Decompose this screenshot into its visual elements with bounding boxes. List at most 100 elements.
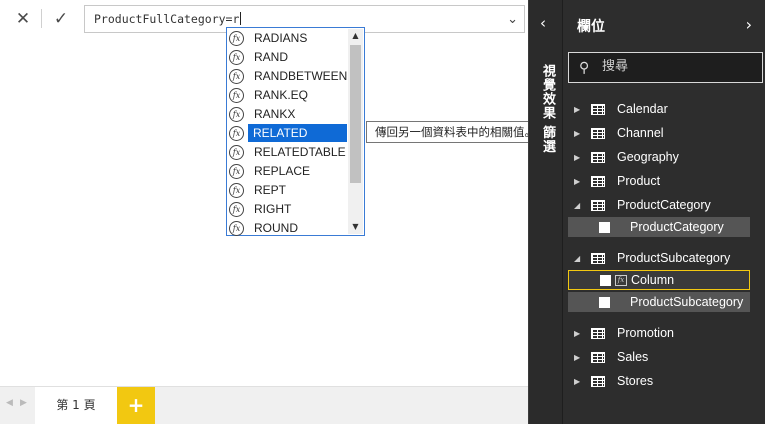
close-icon: ✕ [15, 8, 31, 29]
autocomplete-item[interactable]: fx ROUND [228, 219, 348, 237]
table-item[interactable]: ▶ Stores [563, 370, 765, 392]
add-page-button[interactable]: + [117, 387, 155, 424]
collapsed-chevron-icon[interactable]: ▶ [574, 177, 582, 186]
function-icon: fx [229, 163, 244, 179]
checkmark-icon: ✓ [53, 8, 69, 29]
field-item[interactable]: fx Column [568, 270, 750, 290]
collapsed-chevron-icon[interactable]: ▶ [574, 377, 582, 386]
fields-pane: 欄位 › ⚲ ▶ Calendar ▶ Channel ▶ Geography ▶ Produ… [562, 0, 765, 424]
chevron-right-icon[interactable]: › [746, 15, 752, 34]
table-item[interactable]: ◢ ProductCategory [563, 194, 765, 216]
search-input[interactable] [602, 59, 752, 74]
visualizations-pane-title[interactable]: 視覺效果 篩選 [538, 64, 557, 154]
function-icon: fx [229, 144, 244, 160]
table-item[interactable]: ▶ Calendar [563, 98, 765, 120]
text-caret [240, 12, 242, 25]
autocomplete-item-label: RELATED [248, 124, 347, 142]
autocomplete-item-label: RIGHT [254, 202, 292, 216]
collapsed-chevron-icon[interactable]: ▶ [574, 329, 582, 338]
function-icon: fx [229, 182, 244, 198]
function-icon: fx [229, 220, 244, 236]
field-label: ProductSubcategory [630, 295, 744, 309]
scroll-up-icon[interactable]: ▲ [348, 29, 363, 43]
autocomplete-item[interactable]: fx RELATED [228, 124, 348, 142]
collapsed-chevron-icon[interactable]: ▶ [574, 129, 582, 138]
table-icon [591, 199, 605, 211]
field-checkbox[interactable] [599, 221, 610, 233]
chevron-left-icon[interactable]: ‹ [540, 14, 546, 32]
table-name: Sales [617, 350, 649, 364]
table-icon [591, 375, 605, 387]
autocomplete-item-label: RANDBETWEEN [254, 69, 348, 83]
table-name: Channel [617, 126, 664, 140]
table-item[interactable]: ▶ Promotion [563, 322, 765, 344]
function-icon: fx [229, 49, 244, 65]
autocomplete-item[interactable]: fx RELATEDTABLE [228, 143, 348, 161]
table-item[interactable]: ▶ Product [563, 170, 765, 192]
table-icon [591, 175, 605, 187]
autocomplete-scrollbar[interactable]: ▲ ▼ [348, 29, 363, 234]
table-icon [591, 327, 605, 339]
field-label: Column [631, 273, 675, 287]
field-checkbox[interactable] [599, 296, 610, 308]
autocomplete-item[interactable]: fx RADIANS [228, 29, 348, 47]
table-icon [591, 351, 605, 363]
field-item[interactable]: ProductCategory [568, 217, 750, 237]
autocomplete-item[interactable]: fx RAND [228, 48, 348, 66]
formula-value: ProductFullCategory=r [94, 12, 240, 26]
autocomplete-item[interactable]: fx RANK.EQ [228, 86, 348, 104]
table-icon [591, 127, 605, 139]
function-icon: fx [229, 125, 244, 141]
fields-pane-title: 欄位 [577, 19, 605, 35]
expanded-chevron-icon[interactable]: ◢ [574, 201, 582, 210]
collapsed-chevron-icon[interactable]: ▶ [574, 105, 582, 114]
autocomplete-item-label: RANK.EQ [254, 88, 309, 102]
table-icon [591, 252, 605, 264]
previous-page-icon[interactable]: ◀ [6, 398, 13, 408]
autocomplete-item-label: RELATEDTABLE [254, 145, 346, 159]
visualizations-pane: ‹ 視覺效果 篩選 [528, 0, 562, 424]
search-icon: ⚲ [579, 60, 590, 76]
scrollbar-thumb[interactable] [350, 45, 361, 183]
autocomplete-item-label: RAND [254, 50, 289, 64]
table-item[interactable]: ▶ Sales [563, 346, 765, 368]
next-page-icon[interactable]: ▶ [20, 398, 27, 408]
table-icon [591, 151, 605, 163]
table-icon [591, 103, 605, 115]
autocomplete-item[interactable]: fx REPLACE [228, 162, 348, 180]
table-name: Geography [617, 150, 679, 164]
autocomplete-item[interactable]: fx RANDBETWEEN [228, 67, 348, 85]
autocomplete-item[interactable]: fx RANKX [228, 105, 348, 123]
autocomplete-item-label: REPT [254, 183, 287, 197]
autocomplete-item[interactable]: fx REPT [228, 181, 348, 199]
expanded-chevron-icon[interactable]: ◢ [574, 254, 582, 263]
function-autocomplete-list: fx RADIANS fx RAND fx RANDBETWEEN fx RANK.EQ fx R… [226, 27, 365, 236]
page-tab-bar: ◀ ▶ 第 1 頁 + [0, 386, 528, 424]
function-icon: fx [229, 106, 244, 122]
autocomplete-item-label: RANKX [254, 107, 296, 121]
chevron-down-icon[interactable]: ⌄ [507, 12, 518, 27]
function-icon: fx [229, 68, 244, 84]
field-item[interactable]: ProductSubcategory [568, 292, 750, 312]
function-icon: fx [229, 201, 244, 217]
autocomplete-item-label: REPLACE [254, 164, 311, 178]
table-name: Promotion [617, 326, 674, 340]
commit-formula-button[interactable]: ✓ [43, 5, 79, 32]
table-item[interactable]: ▶ Channel [563, 122, 765, 144]
collapsed-chevron-icon[interactable]: ▶ [574, 353, 582, 362]
table-item[interactable]: ▶ Geography [563, 146, 765, 168]
page-tab[interactable]: 第 1 頁 [35, 387, 117, 424]
table-name: ProductSubcategory [617, 251, 731, 265]
fields-search-box[interactable]: ⚲ [568, 52, 763, 83]
function-icon: fx [229, 87, 244, 103]
collapsed-chevron-icon[interactable]: ▶ [574, 153, 582, 162]
formula-text: ProductFullCategory=r [94, 12, 242, 26]
autocomplete-item[interactable]: fx RIGHT [228, 200, 348, 218]
field-label: ProductCategory [630, 220, 724, 234]
table-name: Calendar [617, 102, 668, 116]
cancel-formula-button[interactable]: ✕ [5, 5, 41, 32]
formula-bar-divider [41, 9, 42, 28]
table-item[interactable]: ◢ ProductSubcategory [563, 247, 765, 269]
scroll-down-icon[interactable]: ▼ [348, 220, 363, 234]
field-checkbox[interactable] [600, 274, 611, 286]
